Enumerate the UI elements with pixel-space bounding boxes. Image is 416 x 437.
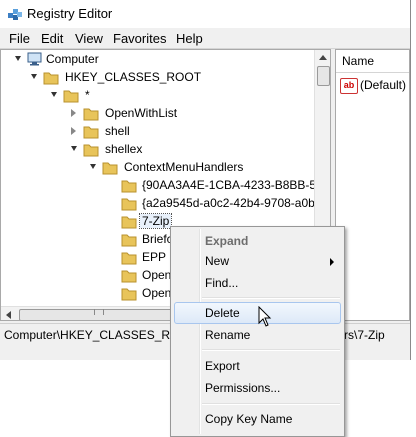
tree-node-guid-90aa[interactable]: {90AA3A4E-1CBA-4233-B8BB-535	[1, 177, 329, 195]
tree-node-shellex[interactable]: shellex	[1, 141, 311, 159]
tree-node-label: OpenWithList	[105, 106, 178, 120]
tree-node-label: Open	[142, 268, 172, 282]
registry-values-list[interactable]: Name ab (Default)	[335, 49, 410, 321]
folder-icon	[121, 215, 137, 229]
tree-node-label: Briefc	[142, 232, 173, 246]
tree-node-hkey-classes-root[interactable]: HKEY_CLASSES_ROOT	[1, 69, 311, 87]
expand-arrow-icon[interactable]	[51, 92, 57, 97]
tree-node-label: ContextMenuHandlers	[124, 160, 244, 174]
menu-item-new[interactable]: New	[174, 250, 341, 272]
menu-item-export[interactable]: Export	[174, 355, 341, 377]
column-header-label: Name	[342, 54, 375, 68]
menu-item-find[interactable]: Find...	[174, 272, 341, 294]
scrollbar-grip	[94, 309, 104, 315]
folder-icon	[121, 233, 137, 247]
tree-node-epp[interactable]: EPP	[1, 249, 171, 267]
title-bar[interactable]: Registry Editor	[0, 0, 410, 28]
status-path-tail: rs\7-Zip	[344, 328, 385, 342]
menu-item-copy-key-name[interactable]: Copy Key Name	[174, 408, 341, 430]
submenu-arrow-icon	[330, 258, 334, 266]
folder-icon	[43, 71, 59, 85]
tree-node-label: Open	[142, 286, 172, 300]
column-header-name[interactable]: Name	[336, 50, 409, 73]
collapse-arrow-icon[interactable]	[71, 109, 76, 117]
tree-node-briefcase[interactable]: Briefc	[1, 231, 173, 249]
folder-icon	[83, 143, 99, 157]
menu-item-label: Permissions...	[205, 381, 281, 395]
tree-node-label: Computer	[46, 52, 99, 66]
folder-icon	[63, 89, 79, 103]
menu-help[interactable]: Help	[176, 31, 203, 46]
tree-node-contextmenuhandlers[interactable]: ContextMenuHandlers	[1, 159, 311, 177]
tree-node-label: *	[85, 88, 90, 102]
tree-node-label: shellex	[105, 142, 143, 156]
menu-item-label: New	[205, 254, 230, 268]
expand-arrow-icon[interactable]	[90, 164, 96, 169]
tree-node-open-2[interactable]: Open	[1, 285, 171, 303]
folder-icon	[83, 125, 99, 139]
computer-icon	[27, 52, 43, 66]
menu-bar: File Edit View Favorites Help	[0, 28, 410, 49]
folder-icon	[121, 179, 137, 193]
menu-item-permissions[interactable]: Permissions...	[174, 377, 341, 399]
value-name: (Default)	[360, 78, 407, 92]
folder-icon	[83, 107, 99, 121]
ab-string-icon: ab	[340, 78, 358, 94]
menu-edit[interactable]: Edit	[41, 31, 63, 46]
scrollbar-thumb[interactable]	[317, 66, 330, 86]
tree-node-label: {a2a9545d-a0c2-42b4-9708-a0b2	[142, 196, 322, 210]
tree-node-label: 7-Zip	[138, 213, 173, 229]
tree-node-guid-a2a9[interactable]: {a2a9545d-a0c2-42b4-9708-a0b2	[1, 195, 322, 213]
scroll-up-arrow-icon[interactable]	[319, 55, 327, 60]
expand-arrow-icon[interactable]	[15, 56, 21, 61]
context-menu: Expand New Find... Delete Rename Export …	[170, 226, 345, 437]
tree-node-label: shell	[105, 124, 130, 138]
tree-node-open-1[interactable]: Open	[1, 267, 171, 285]
window-title: Registry Editor	[27, 6, 113, 21]
collapse-arrow-icon[interactable]	[71, 127, 76, 135]
tree-node-label: {90AA3A4E-1CBA-4233-B8BB-535	[142, 178, 330, 192]
folder-icon	[121, 287, 137, 301]
menu-item-expand[interactable]: Expand	[174, 230, 341, 252]
folder-icon	[121, 251, 137, 265]
folder-icon	[121, 269, 137, 283]
status-path: Computer\HKEY_CLASSES_ROOT	[4, 328, 197, 342]
scroll-left-arrow-icon[interactable]	[6, 311, 11, 319]
folder-icon	[102, 161, 118, 175]
menu-item-label: Copy Key Name	[205, 412, 293, 426]
folder-icon	[121, 197, 137, 211]
menu-item-label: Delete	[205, 306, 240, 320]
menu-item-label: Rename	[205, 328, 251, 342]
tree-node-label: EPP	[142, 250, 167, 264]
menu-favorites[interactable]: Favorites	[113, 31, 166, 46]
menu-separator	[202, 349, 340, 351]
menu-file[interactable]: File	[9, 31, 30, 46]
tree-node-openwithlist[interactable]: OpenWithList	[1, 105, 311, 123]
tree-node-asterisk[interactable]: *	[1, 87, 311, 105]
menu-separator	[202, 297, 340, 299]
tree-node-shell[interactable]: shell	[1, 123, 311, 141]
menu-item-label: Find...	[205, 276, 239, 290]
mouse-pointer-icon	[258, 306, 272, 327]
expand-arrow-icon[interactable]	[71, 146, 77, 151]
menu-separator	[202, 403, 340, 405]
menu-item-label: Export	[205, 359, 240, 373]
tree-node-computer[interactable]: Computer	[1, 51, 311, 69]
menu-item-label: Expand	[205, 234, 249, 248]
registry-editor-icon	[7, 6, 23, 22]
expand-arrow-icon[interactable]	[31, 74, 37, 79]
menu-view[interactable]: View	[75, 31, 103, 46]
tree-node-label: HKEY_CLASSES_ROOT	[65, 70, 202, 84]
